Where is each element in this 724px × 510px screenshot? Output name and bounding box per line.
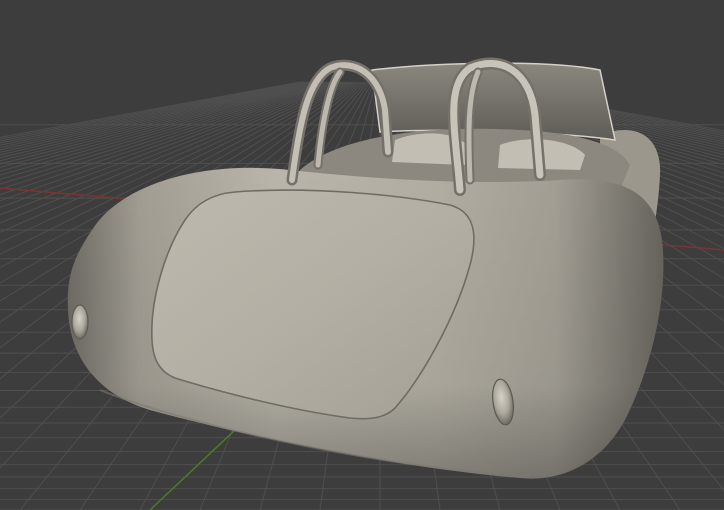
windshield [371,62,616,141]
left-tail-lamp [71,304,89,340]
3d-viewport[interactable] [0,0,724,510]
viewport-canvas[interactable] [0,0,724,510]
